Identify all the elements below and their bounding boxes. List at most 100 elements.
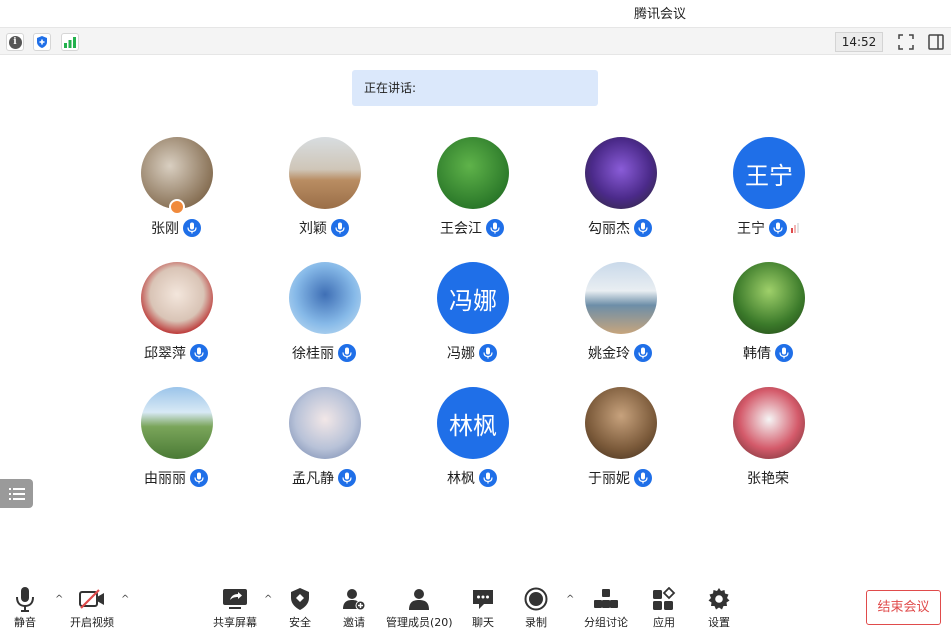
security-button[interactable]: 安全 — [289, 586, 311, 630]
microphone-status-icon — [634, 219, 652, 237]
microphone-status-icon — [338, 344, 356, 362]
security-label: 安全 — [289, 616, 311, 629]
participant-name: 由丽丽 — [144, 471, 186, 487]
microphone-status-icon — [634, 469, 652, 487]
microphone-status-icon — [183, 219, 201, 237]
participant-tile[interactable]: 韩倩 — [698, 262, 838, 372]
active-speaker-banner: 正在讲话: — [352, 70, 598, 106]
list-view-button[interactable] — [0, 479, 33, 508]
participant-name-row: 王会江 — [402, 217, 542, 239]
video-options-caret[interactable]: ^ — [121, 594, 131, 605]
avatar: 冯娜 — [437, 262, 509, 334]
apps-icon — [652, 586, 676, 612]
avatar: 林枫 — [437, 387, 509, 459]
record-label: 录制 — [525, 616, 547, 629]
invite-user-icon — [342, 586, 366, 612]
gear-icon — [707, 586, 731, 612]
record-options-caret[interactable]: ^ — [566, 594, 576, 605]
settings-button[interactable]: 设置 — [707, 586, 731, 630]
breakout-label: 分组讨论 — [584, 616, 628, 629]
invite-button[interactable]: 邀请 — [342, 586, 366, 630]
window-title: 腾讯会议 — [634, 7, 687, 22]
avatar — [733, 262, 805, 334]
chat-label: 聊天 — [472, 616, 494, 629]
share-screen-icon — [222, 586, 248, 612]
avatar — [585, 137, 657, 209]
microphone-status-icon — [338, 469, 356, 487]
microphone-status-icon — [769, 219, 787, 237]
breakout-rooms-button[interactable]: 分组讨论 — [584, 586, 628, 630]
avatar — [437, 137, 509, 209]
participant-tile[interactable]: 姚金玲 — [550, 262, 690, 372]
shield-icon — [289, 586, 311, 612]
bottom-toolbar: 静音 ^ 开启视频 ^ 共享屏幕 ^ 安全 邀请 管理成员(20) 聊天 录制 … — [0, 580, 951, 631]
participant-name: 冯娜 — [447, 346, 475, 362]
participant-tile[interactable]: 王宁 王宁 — [698, 137, 838, 247]
sidebar-toggle-icon[interactable] — [927, 33, 945, 51]
participant-tile[interactable]: 张刚 — [106, 137, 246, 247]
participant-name: 王宁 — [737, 221, 765, 237]
participant-name-row: 冯娜 — [402, 342, 542, 364]
microphone-status-icon — [190, 344, 208, 362]
chat-button[interactable]: 聊天 — [471, 586, 495, 630]
participant-name: 张艳荣 — [747, 471, 789, 487]
participant-tile[interactable]: 于丽妮 — [550, 387, 690, 497]
record-icon — [524, 586, 548, 612]
video-label: 开启视频 — [70, 616, 114, 629]
microphone-status-icon — [775, 344, 793, 362]
participant-name-row: 孟凡静 — [254, 467, 394, 489]
avatar — [585, 262, 657, 334]
participant-tile[interactable]: 张艳荣 — [698, 387, 838, 497]
participant-name: 邱翠萍 — [144, 346, 186, 362]
participant-name: 于丽妮 — [588, 471, 630, 487]
microphone-status-icon — [331, 219, 349, 237]
meeting-clock: 14:52 — [835, 32, 883, 52]
share-screen-button[interactable]: 共享屏幕 — [213, 586, 257, 630]
participant-tile[interactable]: 冯娜 冯娜 — [402, 262, 542, 372]
security-shield-icon[interactable] — [33, 33, 51, 51]
mute-options-caret[interactable]: ^ — [55, 594, 65, 605]
avatar: 王宁 — [733, 137, 805, 209]
participant-name-row: 刘颖 — [254, 217, 394, 239]
avatar — [289, 262, 361, 334]
participant-name: 韩倩 — [743, 346, 771, 362]
participant-name-row: 于丽妮 — [550, 467, 690, 489]
participant-tile[interactable]: 刘颖 — [254, 137, 394, 247]
participant-name: 徐桂丽 — [292, 346, 334, 362]
start-video-button[interactable]: 开启视频 — [70, 586, 114, 630]
participant-name-row: 由丽丽 — [106, 467, 246, 489]
mute-button[interactable]: 静音 — [14, 586, 36, 630]
network-signal-icon[interactable] — [61, 33, 79, 51]
info-icon[interactable]: i — [6, 33, 24, 51]
participant-name: 王会江 — [440, 221, 482, 237]
fullscreen-icon[interactable] — [897, 33, 915, 51]
participant-tile[interactable]: 徐桂丽 — [254, 262, 394, 372]
chat-icon — [471, 586, 495, 612]
participant-tile[interactable]: 邱翠萍 — [106, 262, 246, 372]
apps-label: 应用 — [653, 616, 675, 629]
participant-name-row: 林枫 — [402, 467, 542, 489]
weak-signal-icon — [791, 223, 799, 233]
participant-name: 刘颖 — [299, 221, 327, 237]
participant-name-row: 张艳荣 — [698, 467, 838, 489]
apps-button[interactable]: 应用 — [652, 586, 676, 630]
mute-label: 静音 — [14, 616, 36, 629]
members-label: 管理成员(20) — [386, 616, 453, 629]
participant-tile[interactable]: 勾丽杰 — [550, 137, 690, 247]
invite-label: 邀请 — [343, 616, 365, 629]
avatar — [141, 387, 213, 459]
manage-members-button[interactable]: 管理成员(20) — [386, 586, 453, 630]
participant-tile[interactable]: 孟凡静 — [254, 387, 394, 497]
participant-tile[interactable]: 王会江 — [402, 137, 542, 247]
participant-tile[interactable]: 由丽丽 — [106, 387, 246, 497]
participant-name-row: 张刚 — [106, 217, 246, 239]
record-button[interactable]: 录制 — [524, 586, 548, 630]
end-meeting-button[interactable]: 结束会议 — [866, 590, 941, 625]
share-options-caret[interactable]: ^ — [264, 594, 274, 605]
avatar — [733, 387, 805, 459]
share-label: 共享屏幕 — [213, 616, 257, 629]
settings-label: 设置 — [708, 616, 730, 629]
participant-tile[interactable]: 林枫 林枫 — [402, 387, 542, 497]
avatar — [289, 137, 361, 209]
microphone-status-icon — [479, 344, 497, 362]
